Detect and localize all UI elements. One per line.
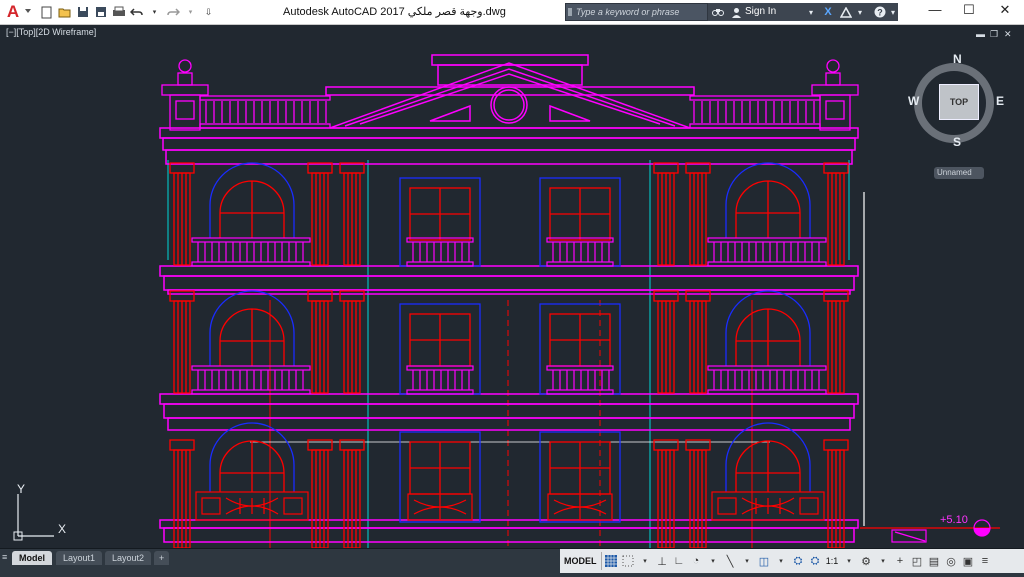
ground-railings xyxy=(195,491,825,521)
elevation-marker xyxy=(860,192,1000,543)
object-snap-icon[interactable]: ◫ xyxy=(757,552,772,570)
tab-model[interactable]: Model xyxy=(12,551,52,565)
sign-in-dropdown-icon[interactable]: ▾ xyxy=(806,3,816,21)
window-title: Autodesk AutoCAD 2017 وجهة قصر ملكي.dwg xyxy=(283,6,506,18)
polar-tracking-icon[interactable]: ◔ xyxy=(689,552,704,570)
viewcube[interactable]: TOP N S E W xyxy=(908,52,1004,149)
search-input[interactable] xyxy=(576,5,704,19)
ortho-icon[interactable]: ∟ xyxy=(672,552,687,570)
compass-south[interactable]: S xyxy=(953,135,961,149)
undo-icon[interactable] xyxy=(128,4,145,21)
scale-dropdown-icon[interactable]: ▾ xyxy=(842,552,857,570)
clean-screen-icon[interactable]: ◎ xyxy=(944,552,959,570)
close-button[interactable]: ✕ xyxy=(988,0,1022,22)
annotation-scale-button[interactable]: 1:1 xyxy=(825,552,840,570)
open-file-icon[interactable] xyxy=(56,4,73,21)
tab-layout2[interactable]: Layout2 xyxy=(105,551,152,565)
ucs-x-label: X xyxy=(58,522,67,536)
quick-properties-icon[interactable]: ▣ xyxy=(961,552,976,570)
undo-dropdown-icon[interactable]: ▾ xyxy=(146,4,163,21)
snap-dropdown-icon[interactable]: ▾ xyxy=(638,552,653,570)
svg-text:?: ? xyxy=(877,8,883,18)
customize-icon[interactable]: ⇩ xyxy=(200,4,217,21)
pediment xyxy=(325,54,695,129)
exchange-apps-icon[interactable]: X xyxy=(820,3,836,21)
drawing-canvas[interactable] xyxy=(0,24,1024,548)
compass-north[interactable]: N xyxy=(953,52,962,66)
status-bar: MODEL ▾ ⊥ ∟ ◔ ▾ ╲ ▾ ◫ ▾ ⛭ ⛭ 1:1 ▾ ⚙ ▾ + … xyxy=(560,549,1024,573)
a360-dropdown-icon[interactable]: ▾ xyxy=(855,3,865,21)
viewcube-top-face[interactable]: TOP xyxy=(939,84,979,120)
compass-west[interactable]: W xyxy=(908,94,919,108)
grid-icon[interactable] xyxy=(604,552,619,570)
viewport-controls-label[interactable]: [−][Top][2D Wireframe] xyxy=(6,27,96,37)
ucs-icon: Y X xyxy=(10,482,70,542)
annotation-visibility-icon[interactable]: ⛭ xyxy=(791,552,806,570)
base-band xyxy=(159,519,859,543)
red-construction-lines xyxy=(269,300,753,548)
model-space-button[interactable]: MODEL xyxy=(560,552,602,570)
workspace-dropdown-icon[interactable]: ▾ xyxy=(876,552,891,570)
viewport-minimize-icon[interactable]: ▬ xyxy=(976,29,985,39)
user-icon[interactable] xyxy=(729,3,743,21)
balconies xyxy=(191,237,827,395)
minimize-button[interactable]: — xyxy=(918,0,952,22)
isodraft-icon[interactable]: ╲ xyxy=(723,552,738,570)
ucs-menu[interactable]: Unnamed xyxy=(934,167,984,179)
object-snap-dropdown-icon[interactable]: ▾ xyxy=(774,552,789,570)
title-bar: A ▾ ▾ ⇩ Autodesk AutoCAD 2017 وجهة قصر م… xyxy=(0,0,1024,25)
autocad-logo[interactable]: A xyxy=(2,2,24,22)
redo-icon[interactable] xyxy=(164,4,181,21)
polar-dropdown-icon[interactable]: ▾ xyxy=(706,552,721,570)
help-icon[interactable]: ? xyxy=(872,3,888,21)
app-menu-arrow-icon[interactable] xyxy=(25,9,31,13)
hardware-acceleration-icon[interactable]: ▤ xyxy=(927,552,942,570)
add-layout-button[interactable]: + xyxy=(154,551,170,565)
left-parapet xyxy=(161,59,331,131)
sign-in-button[interactable]: Sign In xyxy=(745,3,776,21)
floor-band-1 xyxy=(159,265,859,295)
auto-scale-icon[interactable]: ⛭ xyxy=(808,552,823,570)
compass-east[interactable]: E xyxy=(996,94,1004,108)
arched-windows xyxy=(209,162,811,492)
maximize-button[interactable]: ☐ xyxy=(952,0,986,22)
viewport-close-icon[interactable]: ✕ xyxy=(1004,29,1012,40)
top-cornice xyxy=(159,127,859,165)
quick-access-toolbar: ▾ ▾ ⇩ xyxy=(38,3,218,21)
a360-icon[interactable] xyxy=(838,3,854,21)
bottom-bar: ≡ Model Layout1 Layout2 + MODEL ▾ ⊥ ∟ ◔ … xyxy=(0,548,1024,577)
isolate-objects-icon[interactable]: ◰ xyxy=(910,552,925,570)
new-file-icon[interactable] xyxy=(38,4,55,21)
viewport-restore-icon[interactable]: ❐ xyxy=(990,29,998,40)
elevation-label: +5.10 xyxy=(940,514,968,526)
redo-dropdown-icon[interactable]: ▾ xyxy=(182,4,199,21)
plot-icon[interactable] xyxy=(110,4,127,21)
customization-icon[interactable]: ≡ xyxy=(978,552,993,570)
infer-constraints-icon[interactable]: ⊥ xyxy=(655,552,670,570)
right-parapet xyxy=(689,59,859,131)
snap-icon[interactable] xyxy=(621,552,636,570)
isodraft-dropdown-icon[interactable]: ▾ xyxy=(740,552,755,570)
plus-icon[interactable]: + xyxy=(893,552,908,570)
columns xyxy=(169,162,849,548)
help-dropdown-icon[interactable]: ▾ xyxy=(888,3,898,21)
tabs-menu-icon[interactable]: ≡ xyxy=(2,552,7,562)
center-windows xyxy=(399,177,621,523)
save-as-icon[interactable] xyxy=(92,4,109,21)
save-icon[interactable] xyxy=(74,4,91,21)
search-box[interactable] xyxy=(565,3,708,21)
tab-layout1[interactable]: Layout1 xyxy=(56,551,103,565)
ucs-y-label: Y xyxy=(17,482,26,496)
binoculars-icon[interactable] xyxy=(711,3,725,21)
search-grip-icon xyxy=(568,8,572,16)
workspace-gear-icon[interactable]: ⚙ xyxy=(859,552,874,570)
